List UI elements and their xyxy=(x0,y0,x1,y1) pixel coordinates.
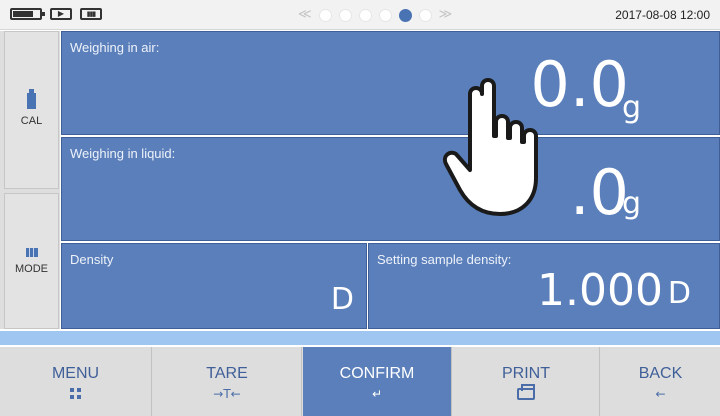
weighing-in-air-panel[interactable]: Weighing in air: 0.0 g xyxy=(61,31,720,135)
battery-icon xyxy=(10,8,45,20)
page-dot-2[interactable] xyxy=(338,8,352,22)
liquid-weight-value: .0 xyxy=(569,156,629,229)
density-unit: D xyxy=(330,282,354,317)
sample-density-value: 1.000 xyxy=(537,265,663,316)
usb-icon: ▶ xyxy=(50,8,72,20)
printer-icon xyxy=(517,384,535,400)
sample-density-label: Setting sample density: xyxy=(377,252,512,267)
cal-label: CAL xyxy=(20,115,43,127)
signal-icon: ▮▮▮ xyxy=(80,8,102,20)
back-label: BACK xyxy=(638,365,683,382)
page-dot-6[interactable] xyxy=(418,8,432,22)
page-dot-3[interactable] xyxy=(358,8,372,22)
air-weight-unit: g xyxy=(621,90,641,125)
status-icons: ▶ ▮▮▮ xyxy=(10,8,102,20)
sample-density-unit: D xyxy=(667,276,691,311)
air-label: Weighing in air: xyxy=(70,40,160,55)
divider-strip xyxy=(0,331,720,345)
bottom-toolbar: MENU TARE →T← CONFIRM ↵ PRINT BACK ← xyxy=(0,347,720,416)
page-dot-4[interactable] xyxy=(378,8,392,22)
sidebar: CAL MODE xyxy=(0,31,60,329)
grid-icon xyxy=(70,388,81,399)
tare-icon: →T← xyxy=(213,387,241,401)
back-arrow-icon: ← xyxy=(655,387,666,401)
confirm-button[interactable]: CONFIRM ↵ xyxy=(303,347,452,416)
menu-label: MENU xyxy=(51,365,100,382)
page-left-arrow-icon[interactable]: ≪ xyxy=(298,7,312,23)
print-button[interactable]: PRINT xyxy=(453,347,600,416)
print-label: PRINT xyxy=(502,365,550,382)
mode-button[interactable]: MODE xyxy=(4,193,59,329)
tare-button[interactable]: TARE →T← xyxy=(153,347,302,416)
page-dot-5-active[interactable] xyxy=(398,8,412,22)
page-dot-1[interactable] xyxy=(318,8,332,22)
air-weight-value: 0.0 xyxy=(530,48,629,121)
datetime: 2017-08-08 12:00 xyxy=(615,8,710,22)
page-indicator: ≪ ≫ xyxy=(298,7,452,23)
calibration-weight-icon xyxy=(27,89,36,109)
density-panel[interactable]: Density D xyxy=(61,243,367,329)
status-bar: ▶ ▮▮▮ ≪ ≫ 2017-08-08 12:00 xyxy=(0,0,720,30)
menu-button[interactable]: MENU xyxy=(0,347,152,416)
weighing-in-liquid-panel[interactable]: Weighing in liquid: .0 g xyxy=(61,137,720,241)
tare-label: TARE xyxy=(206,365,248,382)
enter-icon: ↵ xyxy=(371,387,383,401)
liquid-label: Weighing in liquid: xyxy=(70,146,176,161)
page-right-arrow-icon[interactable]: ≫ xyxy=(439,7,453,23)
confirm-label: CONFIRM xyxy=(339,365,415,382)
density-label: Density xyxy=(70,252,114,267)
mode-icon xyxy=(25,247,38,257)
cal-button[interactable]: CAL xyxy=(4,31,59,189)
sample-density-panel[interactable]: Setting sample density: 1.000 D xyxy=(368,243,720,329)
mode-label: MODE xyxy=(15,262,48,275)
liquid-weight-unit: g xyxy=(621,186,641,221)
back-button[interactable]: BACK ← xyxy=(601,347,720,416)
